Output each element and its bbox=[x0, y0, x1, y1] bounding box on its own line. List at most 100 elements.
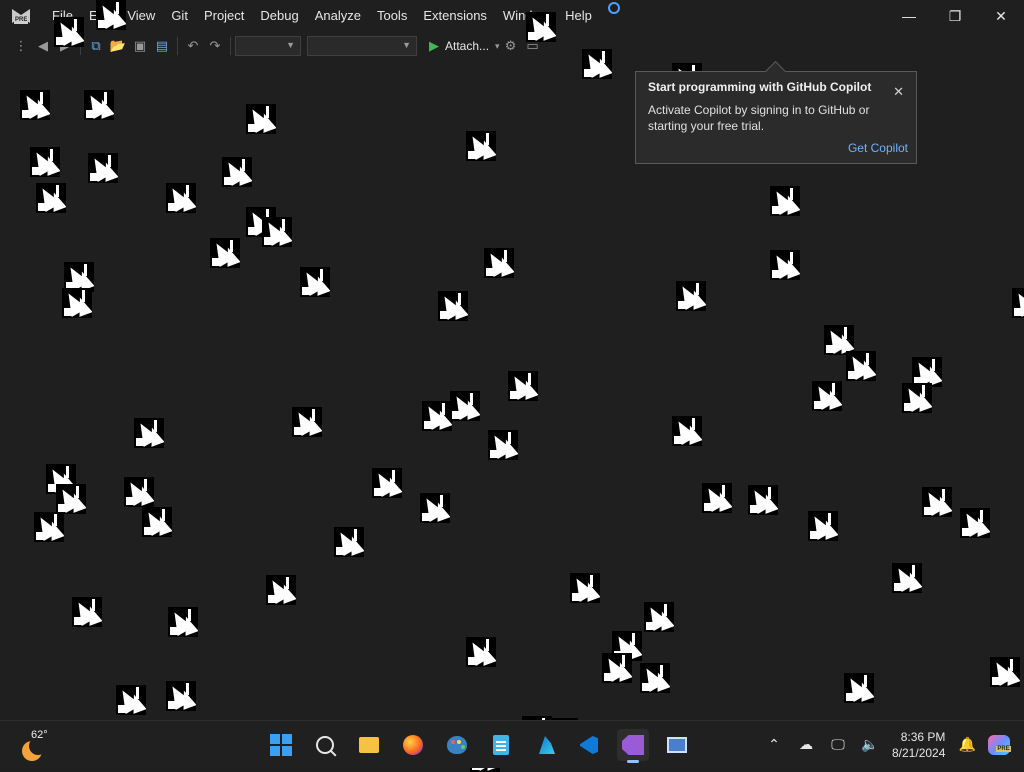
glitch-artifact bbox=[262, 217, 292, 247]
network-icon[interactable]: 🖵 bbox=[822, 729, 854, 761]
glitch-artifact bbox=[84, 90, 114, 120]
copilot-icon: PRE bbox=[988, 734, 1011, 755]
redo-icon[interactable]: ↷ bbox=[204, 35, 226, 57]
clock-date: 8/21/2024 bbox=[892, 745, 946, 760]
glitch-artifact bbox=[372, 468, 402, 498]
open-folder-icon[interactable]: 📂 bbox=[107, 35, 129, 57]
glitch-artifact bbox=[748, 485, 778, 515]
visual-studio-preview-button[interactable] bbox=[617, 729, 649, 763]
glitch-artifact bbox=[770, 250, 800, 280]
glitch-artifact bbox=[644, 602, 674, 632]
glitch-artifact bbox=[56, 484, 86, 514]
menu-bar: File Edit View Git Project Debug Analyze… bbox=[44, 0, 600, 32]
toolbar-separator bbox=[230, 37, 231, 55]
glitch-artifact bbox=[96, 0, 126, 30]
file-explorer-button[interactable] bbox=[353, 729, 385, 761]
weather-widget[interactable]: 62° bbox=[20, 729, 50, 761]
glitch-artifact bbox=[54, 17, 84, 47]
menu-analyze[interactable]: Analyze bbox=[307, 0, 369, 32]
glitch-artifact bbox=[702, 483, 732, 513]
glitch-artifact bbox=[812, 381, 842, 411]
weather-temperature: 62° bbox=[31, 729, 48, 741]
start-button[interactable] bbox=[265, 729, 297, 761]
chevron-up-icon[interactable]: ⌃ bbox=[758, 729, 790, 761]
navigate-back-icon[interactable]: ◀ bbox=[32, 35, 54, 57]
get-copilot-link[interactable]: Get Copilot bbox=[848, 141, 908, 155]
menu-tools[interactable]: Tools bbox=[369, 0, 415, 32]
glitch-artifact bbox=[438, 291, 468, 321]
save-all-icon[interactable]: ▤ bbox=[151, 35, 173, 57]
glitch-artifact bbox=[892, 563, 922, 593]
attach-button[interactable]: ▶ Attach... ▾ bbox=[429, 38, 500, 54]
clock-time: 8:36 PM bbox=[900, 729, 946, 744]
onedrive-icon[interactable]: ☁ bbox=[790, 729, 822, 761]
glitch-artifact bbox=[166, 681, 196, 711]
glitch-artifact bbox=[266, 575, 296, 605]
remote-desktop-button[interactable] bbox=[661, 729, 693, 761]
close-icon[interactable]: ✕ bbox=[893, 84, 904, 100]
glitch-artifact bbox=[808, 511, 838, 541]
standard-toolbar: ⋮ ◀ ▶ ⧉ 📂 ▣ ▤ ↶ ↷ ▼ ▼ ▶ Attach... ▾ ⚙ ▭ bbox=[0, 32, 1024, 60]
azure-data-studio-button[interactable] bbox=[529, 729, 561, 761]
glitch-artifact bbox=[420, 493, 450, 523]
glitch-artifact bbox=[292, 407, 322, 437]
glitch-artifact bbox=[902, 383, 932, 413]
windows-logo-icon bbox=[270, 734, 292, 756]
glitch-artifact bbox=[88, 153, 118, 183]
toolbar-grip-icon: ⋮ bbox=[14, 38, 28, 53]
volume-icon[interactable]: 🔈 bbox=[854, 729, 886, 761]
visual-studio-preview-icon bbox=[622, 735, 644, 755]
glitch-artifact bbox=[62, 288, 92, 318]
visual-studio-window: PRE File Edit View Git Project Debug Ana… bbox=[0, 0, 1024, 772]
visual-studio-logo-icon: PRE bbox=[10, 5, 32, 27]
paint-button[interactable] bbox=[441, 729, 473, 761]
remote-desktop-icon bbox=[667, 737, 687, 753]
notification-bell-icon[interactable]: 🔔 bbox=[951, 729, 983, 761]
glitch-artifact bbox=[36, 183, 66, 213]
menu-help[interactable]: Help bbox=[557, 0, 600, 32]
glitch-artifact bbox=[846, 351, 876, 381]
search-button[interactable] bbox=[309, 729, 341, 761]
glitch-artifact bbox=[526, 12, 556, 42]
copilot-popup-title: Start programming with GitHub Copilot bbox=[648, 80, 872, 94]
undo-icon[interactable]: ↶ bbox=[182, 35, 204, 57]
firefox-icon bbox=[403, 735, 423, 755]
glitch-artifact bbox=[844, 673, 874, 703]
glitch-artifact bbox=[34, 512, 64, 542]
copilot-app-button[interactable]: PRE bbox=[983, 729, 1015, 761]
glitch-artifact bbox=[640, 663, 670, 693]
glitch-artifact bbox=[570, 573, 600, 603]
chevron-down-icon: ▼ bbox=[402, 40, 411, 50]
save-icon[interactable]: ▣ bbox=[129, 35, 151, 57]
menu-extensions[interactable]: Extensions bbox=[415, 0, 495, 32]
menu-git[interactable]: Git bbox=[163, 0, 196, 32]
glitch-artifact bbox=[422, 401, 452, 431]
menu-debug[interactable]: Debug bbox=[252, 0, 306, 32]
clock[interactable]: 8:36 PM 8/21/2024 bbox=[892, 729, 945, 761]
new-project-icon[interactable]: ⧉ bbox=[85, 35, 107, 57]
menu-project[interactable]: Project bbox=[196, 0, 252, 32]
solution-platforms-dropdown[interactable]: ▼ bbox=[307, 36, 417, 56]
glitch-artifact bbox=[672, 416, 702, 446]
preview-badge: PRE bbox=[14, 17, 29, 24]
vs-code-button[interactable] bbox=[573, 729, 605, 761]
minimize-button[interactable]: — bbox=[886, 0, 932, 32]
copilot-status-icon[interactable] bbox=[608, 2, 620, 14]
close-button[interactable]: ✕ bbox=[978, 0, 1024, 32]
glitch-artifact bbox=[124, 477, 154, 507]
glitch-artifact bbox=[676, 281, 706, 311]
system-tray: ⌃ ☁ 🖵 🔈 8:36 PM 8/21/2024 🔔 PRE bbox=[758, 721, 1015, 768]
glitch-artifact bbox=[30, 147, 60, 177]
solution-configurations-dropdown[interactable]: ▼ bbox=[235, 36, 301, 56]
firefox-button[interactable] bbox=[397, 729, 429, 761]
glitch-artifact bbox=[1012, 288, 1024, 318]
glitch-artifact bbox=[20, 90, 50, 120]
glitch-artifact bbox=[72, 597, 102, 627]
process-explorer-icon[interactable]: ⚙ bbox=[500, 35, 522, 57]
notepad-button[interactable] bbox=[485, 729, 517, 761]
glitch-artifact bbox=[466, 131, 496, 161]
glitch-artifact bbox=[246, 104, 276, 134]
glitch-artifact bbox=[466, 637, 496, 667]
restore-button[interactable]: ❐ bbox=[932, 0, 978, 32]
copilot-popup: Start programming with GitHub Copilot ✕ … bbox=[635, 71, 917, 164]
